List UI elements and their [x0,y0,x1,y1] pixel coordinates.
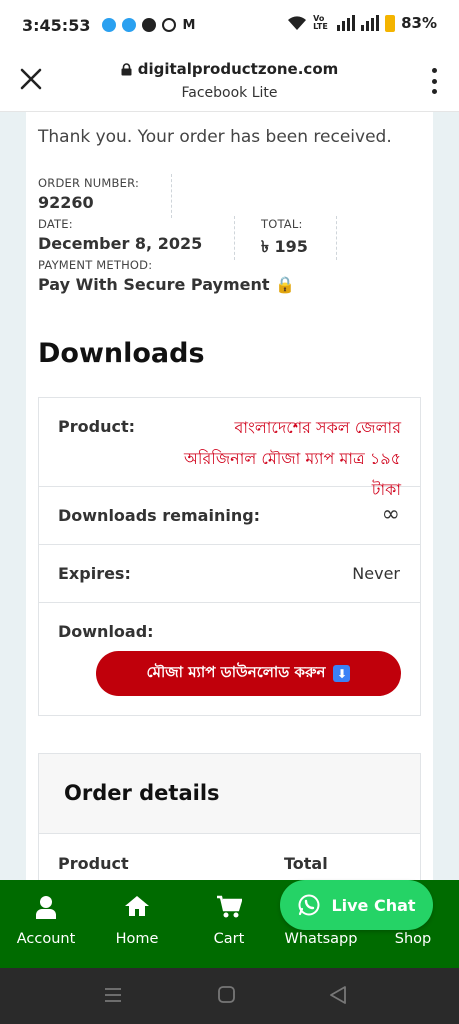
signal-icon [337,15,356,31]
order-total: ৳ 195 [261,237,308,256]
page-content[interactable]: Thank you. Your order has been received.… [0,112,459,880]
downloads-remaining-value: ∞ [381,502,400,527]
dot-icon [431,68,437,73]
back-icon[interactable] [330,986,346,1004]
order-details-box: Order details Product Total [38,753,421,880]
overflow-menu-button[interactable] [429,68,439,94]
dot-icon [431,78,437,84]
expires-label: Expires: [58,564,131,583]
nav-account-label: Account [16,931,76,947]
payment-method: Pay With Secure Payment 🔒 [38,275,295,294]
order-date: December 8, 2025 [38,234,203,253]
order-card: Thank you. Your order has been received.… [26,112,433,880]
nav-whatsapp-label: Whatsapp [284,931,358,947]
table-row: Expires: Never [39,545,420,603]
url-box: digitalproductzone.com Facebook Lite [0,60,459,101]
thank-you-text: Thank you. Your order has been received. [38,127,392,147]
signal-icon [361,15,380,31]
sync-icon [162,18,177,32]
nav-home-label: Home [115,931,159,947]
gmail-icon: M [182,17,196,33]
expires-value: Never [352,564,400,583]
user-icon [36,896,56,919]
wifi-icon [288,16,307,30]
network-label: Vo LTE [313,14,328,31]
battery-percent: 83% [401,14,437,32]
browser-subtitle: Facebook Lite [181,84,278,101]
divider [171,174,172,218]
download-button-label: মৌজা ম্যাপ ডাউনলোড করুন [146,663,326,681]
downloads-table: Product: বাংলাদেশের সকল জেলার অরিজিনাল ম… [38,397,421,716]
divider [336,216,337,260]
notification-icons: M [102,18,195,33]
messenger-icon [142,18,157,32]
nav-cart[interactable]: Cart [183,880,275,968]
browser-header: digitalproductzone.com Facebook Lite [0,50,459,112]
messenger-lite-icon [122,18,137,32]
nav-home[interactable]: Home [91,880,183,968]
bottom-nav: Account Home Cart Whatsapp Shop Live Cha… [0,880,459,968]
date-label: DATE: [38,217,73,231]
download-arrow-icon: ⬇ [333,665,351,682]
home-button-icon[interactable] [218,986,235,1003]
nav-cart-label: Cart [213,931,245,947]
payment-method-label: PAYMENT METHOD: [38,258,153,272]
live-chat-button[interactable]: Live Chat [280,880,433,930]
total-label: TOTAL: [261,217,303,231]
status-right: Vo LTE 83% [287,14,437,32]
home-icon [125,896,149,916]
download-label: Download: [58,622,154,641]
order-number: 92260 [38,193,94,212]
product-column-header: Product [58,854,129,873]
battery-icon [385,14,396,32]
lock-icon [121,62,132,75]
system-navigation-bar [0,968,459,1024]
status-bar: 3:45:53 M Vo LTE 83% [0,0,459,50]
messenger-lite-icon [102,18,117,32]
recent-apps-icon[interactable] [104,986,122,1004]
product-label: Product: [58,417,135,436]
downloads-remaining-label: Downloads remaining: [58,506,261,525]
downloads-heading: Downloads [38,338,205,369]
url-line: digitalproductzone.com [121,60,339,78]
whatsapp-icon [298,894,320,916]
order-details-heading: Order details [64,781,220,805]
status-time: 3:45:53 [22,15,91,35]
order-details-header: Order details [39,754,420,834]
divider [234,216,235,260]
page-domain: digitalproductzone.com [137,60,339,78]
nav-shop-label: Shop [394,931,432,947]
dot-icon [431,89,437,94]
live-chat-label: Live Chat [331,895,416,915]
nav-account[interactable]: Account [0,880,92,968]
order-number-label: ORDER NUMBER: [38,176,140,190]
cart-icon [217,895,242,918]
table-row: Downloads remaining: ∞ [39,487,420,545]
download-button[interactable]: মৌজা ম্যাপ ডাউনলোড করুন ⬇ [96,651,401,696]
total-column-header: Total [284,854,328,873]
table-row: Product: বাংলাদেশের সকল জেলার অরিজিনাল ম… [39,398,420,499]
